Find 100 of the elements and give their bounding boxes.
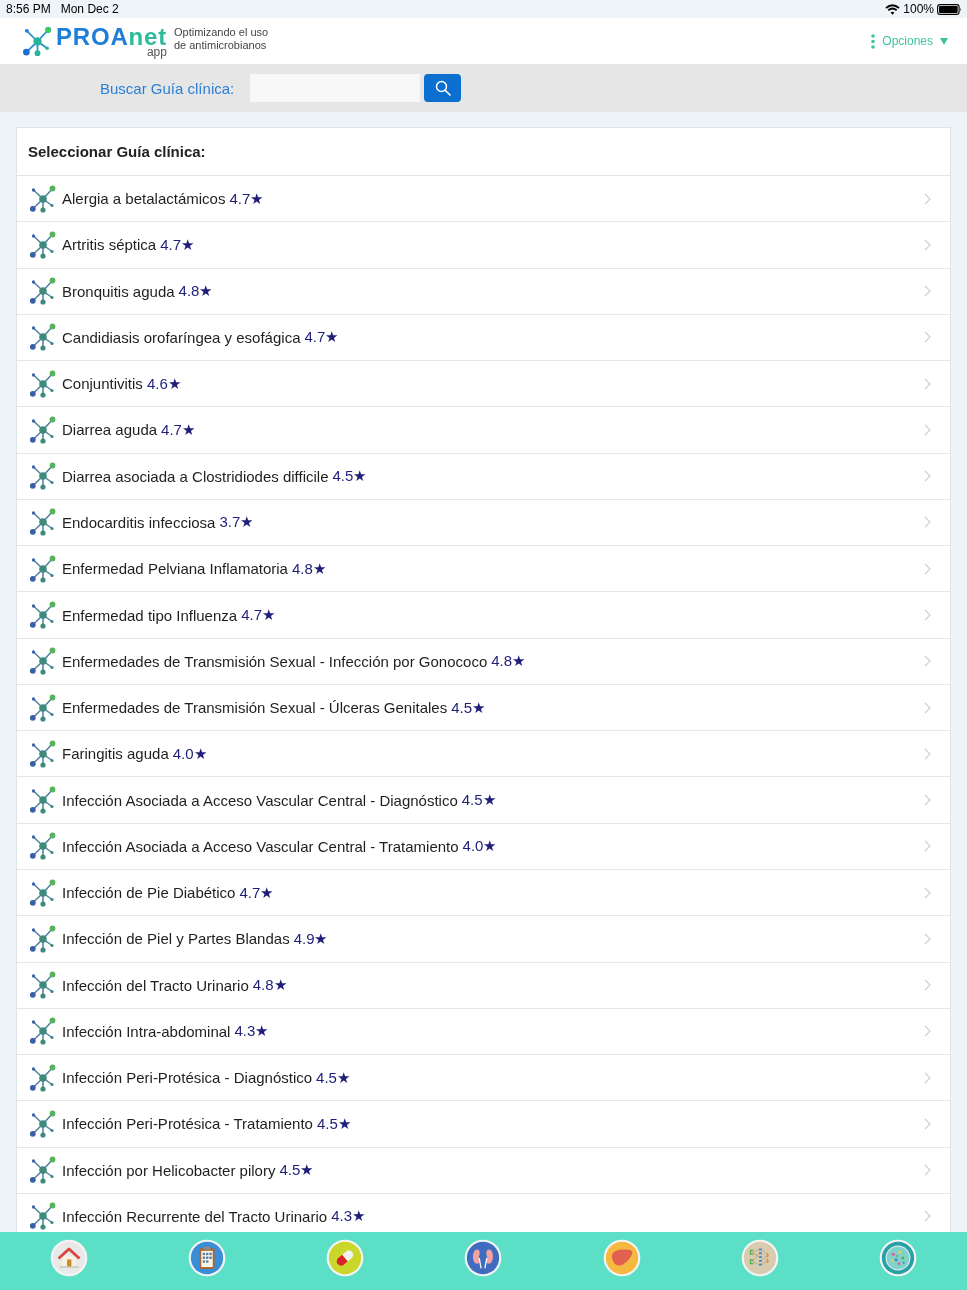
guide-name: Faringitis aguda: [62, 745, 169, 763]
guide-list-item[interactable]: Conjuntivitis 4.6★: [17, 361, 950, 408]
guide-name: Infección de Pie Diabético: [62, 884, 236, 902]
chevron-right-icon: [924, 423, 931, 436]
kidneys-icon[interactable]: [464, 1239, 503, 1277]
rating-text: 4.5★: [279, 1161, 314, 1180]
molecule-icon: [29, 1109, 57, 1138]
guide-name: Enfermedades de Transmisión Sexual - Infección por Gonococo: [62, 652, 488, 670]
chevron-right-icon: [924, 932, 931, 945]
status-date: Mon Dec 2: [60, 2, 119, 16]
molecule-icon: [29, 230, 57, 259]
guide-list-item[interactable]: Infección por Helicobacter pilory 4.5★: [17, 1147, 950, 1194]
molecule-icon: [29, 554, 57, 583]
network-icon[interactable]: [740, 1239, 779, 1277]
clipboard-icon[interactable]: [188, 1239, 227, 1277]
rating-text: 4.7★: [304, 328, 339, 347]
search-label: Buscar Guía clínica:: [100, 79, 235, 97]
guide-list-item[interactable]: Infección Peri-Protésica - Diagnóstico 4.5★: [17, 1055, 950, 1102]
rating-text: 4.8★: [252, 976, 287, 995]
guide-list-item[interactable]: Infección Asociada a Acceso Vascular Central - Tratamiento 4.0★: [17, 823, 950, 870]
molecule-icon: [29, 693, 57, 722]
molecule-icon: [29, 1156, 57, 1185]
rating-text: 4.8★: [291, 559, 326, 578]
guide-name: Infección Peri-Protésica - Diagnóstico: [62, 1069, 313, 1087]
molecule-icon: [29, 832, 57, 861]
guide-list-item[interactable]: Alergia a betalactámicos 4.7★: [17, 176, 950, 223]
guide-list-item[interactable]: Infección de Pie Diabético 4.7★: [17, 870, 950, 917]
guide-list-item[interactable]: Bronquitis aguda 4.8★: [17, 268, 950, 315]
house-icon[interactable]: [50, 1239, 89, 1277]
molecule-icon: [29, 184, 57, 213]
rating-text: 4.3★: [331, 1207, 365, 1226]
chevron-right-icon: [924, 470, 931, 483]
rating-text: 4.7★: [241, 606, 275, 624]
rating-text: 4.7★: [229, 189, 264, 208]
molecule-icon: [29, 878, 57, 907]
guide-list-item[interactable]: Infección Peri-Protésica - Tratamiento 4.5★: [17, 1101, 950, 1148]
molecule-icon: [29, 647, 57, 676]
search-button[interactable]: [424, 74, 462, 102]
guide-list-item[interactable]: Enfermedades de Transmisión Sexual - Infección por Gonococo 4.8★: [17, 638, 950, 685]
rating-text: 4.0★: [172, 744, 207, 763]
guide-list-item[interactable]: Enfermedad Pelviana Inflamatoria 4.8★: [17, 546, 950, 593]
guide-name: Diarrea aguda: [62, 421, 158, 439]
rating-text: 4.5★: [461, 791, 496, 810]
molecule-icon: [29, 277, 57, 306]
chevron-right-icon: [924, 609, 931, 621]
guide-list-item[interactable]: Endocarditis infecciosa 3.7★: [17, 499, 950, 547]
panel-title: Seleccionar Guía clínica:: [28, 143, 206, 160]
guide-list-item[interactable]: Infección de Piel y Partes Blandas 4.9★: [17, 916, 950, 963]
guide-list-item[interactable]: Artritis séptica 4.7★: [17, 222, 950, 269]
guide-name: Artritis séptica: [62, 236, 157, 254]
chevron-right-icon: [924, 238, 931, 251]
kebab-menu-icon: [871, 33, 876, 49]
guide-list-item[interactable]: Infección Asociada a Acceso Vascular Central - Diagnóstico 4.5★: [17, 777, 950, 824]
chevron-right-icon: [924, 285, 931, 298]
capsule-icon[interactable]: [326, 1239, 365, 1277]
chevron-right-icon: [924, 377, 931, 390]
guide-name: Infección Asociada a Acceso Vascular Central - Tratamiento: [62, 837, 459, 855]
rating-text: 4.5★: [332, 467, 367, 486]
chevron-right-icon: [924, 331, 931, 344]
rating-text: 4.7★: [160, 235, 195, 254]
guide-name: Enfermedad tipo Influenza: [62, 606, 238, 624]
molecule-icon: [22, 25, 53, 57]
chevron-right-icon: [924, 1025, 931, 1038]
guide-list-item[interactable]: Candidiasis orofaríngea y esofágica 4.7★: [17, 314, 950, 362]
guide-name: Endocarditis infecciosa: [62, 514, 216, 531]
chevron-right-icon: [924, 655, 931, 668]
guide-name: Infección Peri-Protésica - Tratamiento: [62, 1115, 313, 1133]
guide-list-item[interactable]: Diarrea asociada a Clostridiodes difficile 4.5★: [17, 453, 950, 500]
molecule-icon: [29, 462, 57, 491]
guide-name: Infección Recurrente del Tracto Urinario: [62, 1207, 328, 1225]
guide-name: Enfermedades de Transmisión Sexual - Úlceras Genitales: [62, 699, 448, 717]
guide-list-item[interactable]: Enfermedad tipo Influenza 4.7★: [17, 592, 950, 639]
petri-dish-icon[interactable]: [878, 1239, 917, 1277]
rating-text: 4.8★: [491, 652, 526, 671]
molecule-icon: [29, 508, 57, 537]
caret-down-icon: [940, 37, 948, 45]
molecule-icon: [29, 1202, 57, 1231]
guide-list-item[interactable]: Infección Intra-abdominal 4.3★: [17, 1008, 950, 1056]
rating-text: 3.7★: [219, 513, 254, 532]
guide-list-item[interactable]: Enfermedades de Transmisión Sexual - Úlceras Genitales 4.5★: [17, 684, 950, 732]
guide-name: Infección Intra-abdominal: [62, 1022, 231, 1040]
rating-text: 4.7★: [239, 883, 274, 902]
molecule-icon: [29, 1017, 57, 1046]
chevron-right-icon: [924, 794, 931, 807]
molecule-icon: [29, 601, 57, 629]
guide-name: Enfermedad Pelviana Inflamatoria: [62, 560, 288, 578]
chevron-right-icon: [924, 516, 931, 529]
guide-list-item[interactable]: Infección del Tracto Urinario 4.8★: [17, 962, 950, 1009]
chevron-right-icon: [924, 840, 931, 853]
molecule-icon: [29, 415, 57, 444]
guide-list-item[interactable]: Faringitis aguda 4.0★: [17, 731, 950, 778]
molecule-icon: [29, 924, 57, 953]
rating-text: 4.0★: [462, 837, 497, 856]
liver-icon[interactable]: [602, 1239, 641, 1277]
guide-name: Conjuntivitis: [62, 375, 143, 393]
guide-name: Diarrea asociada a Clostridiodes difficile: [62, 467, 329, 485]
chevron-right-icon: [924, 1071, 931, 1084]
chevron-right-icon: [924, 979, 931, 992]
guide-list-item[interactable]: Diarrea aguda 4.7★: [17, 407, 950, 454]
rating-text: 4.3★: [234, 1022, 269, 1041]
